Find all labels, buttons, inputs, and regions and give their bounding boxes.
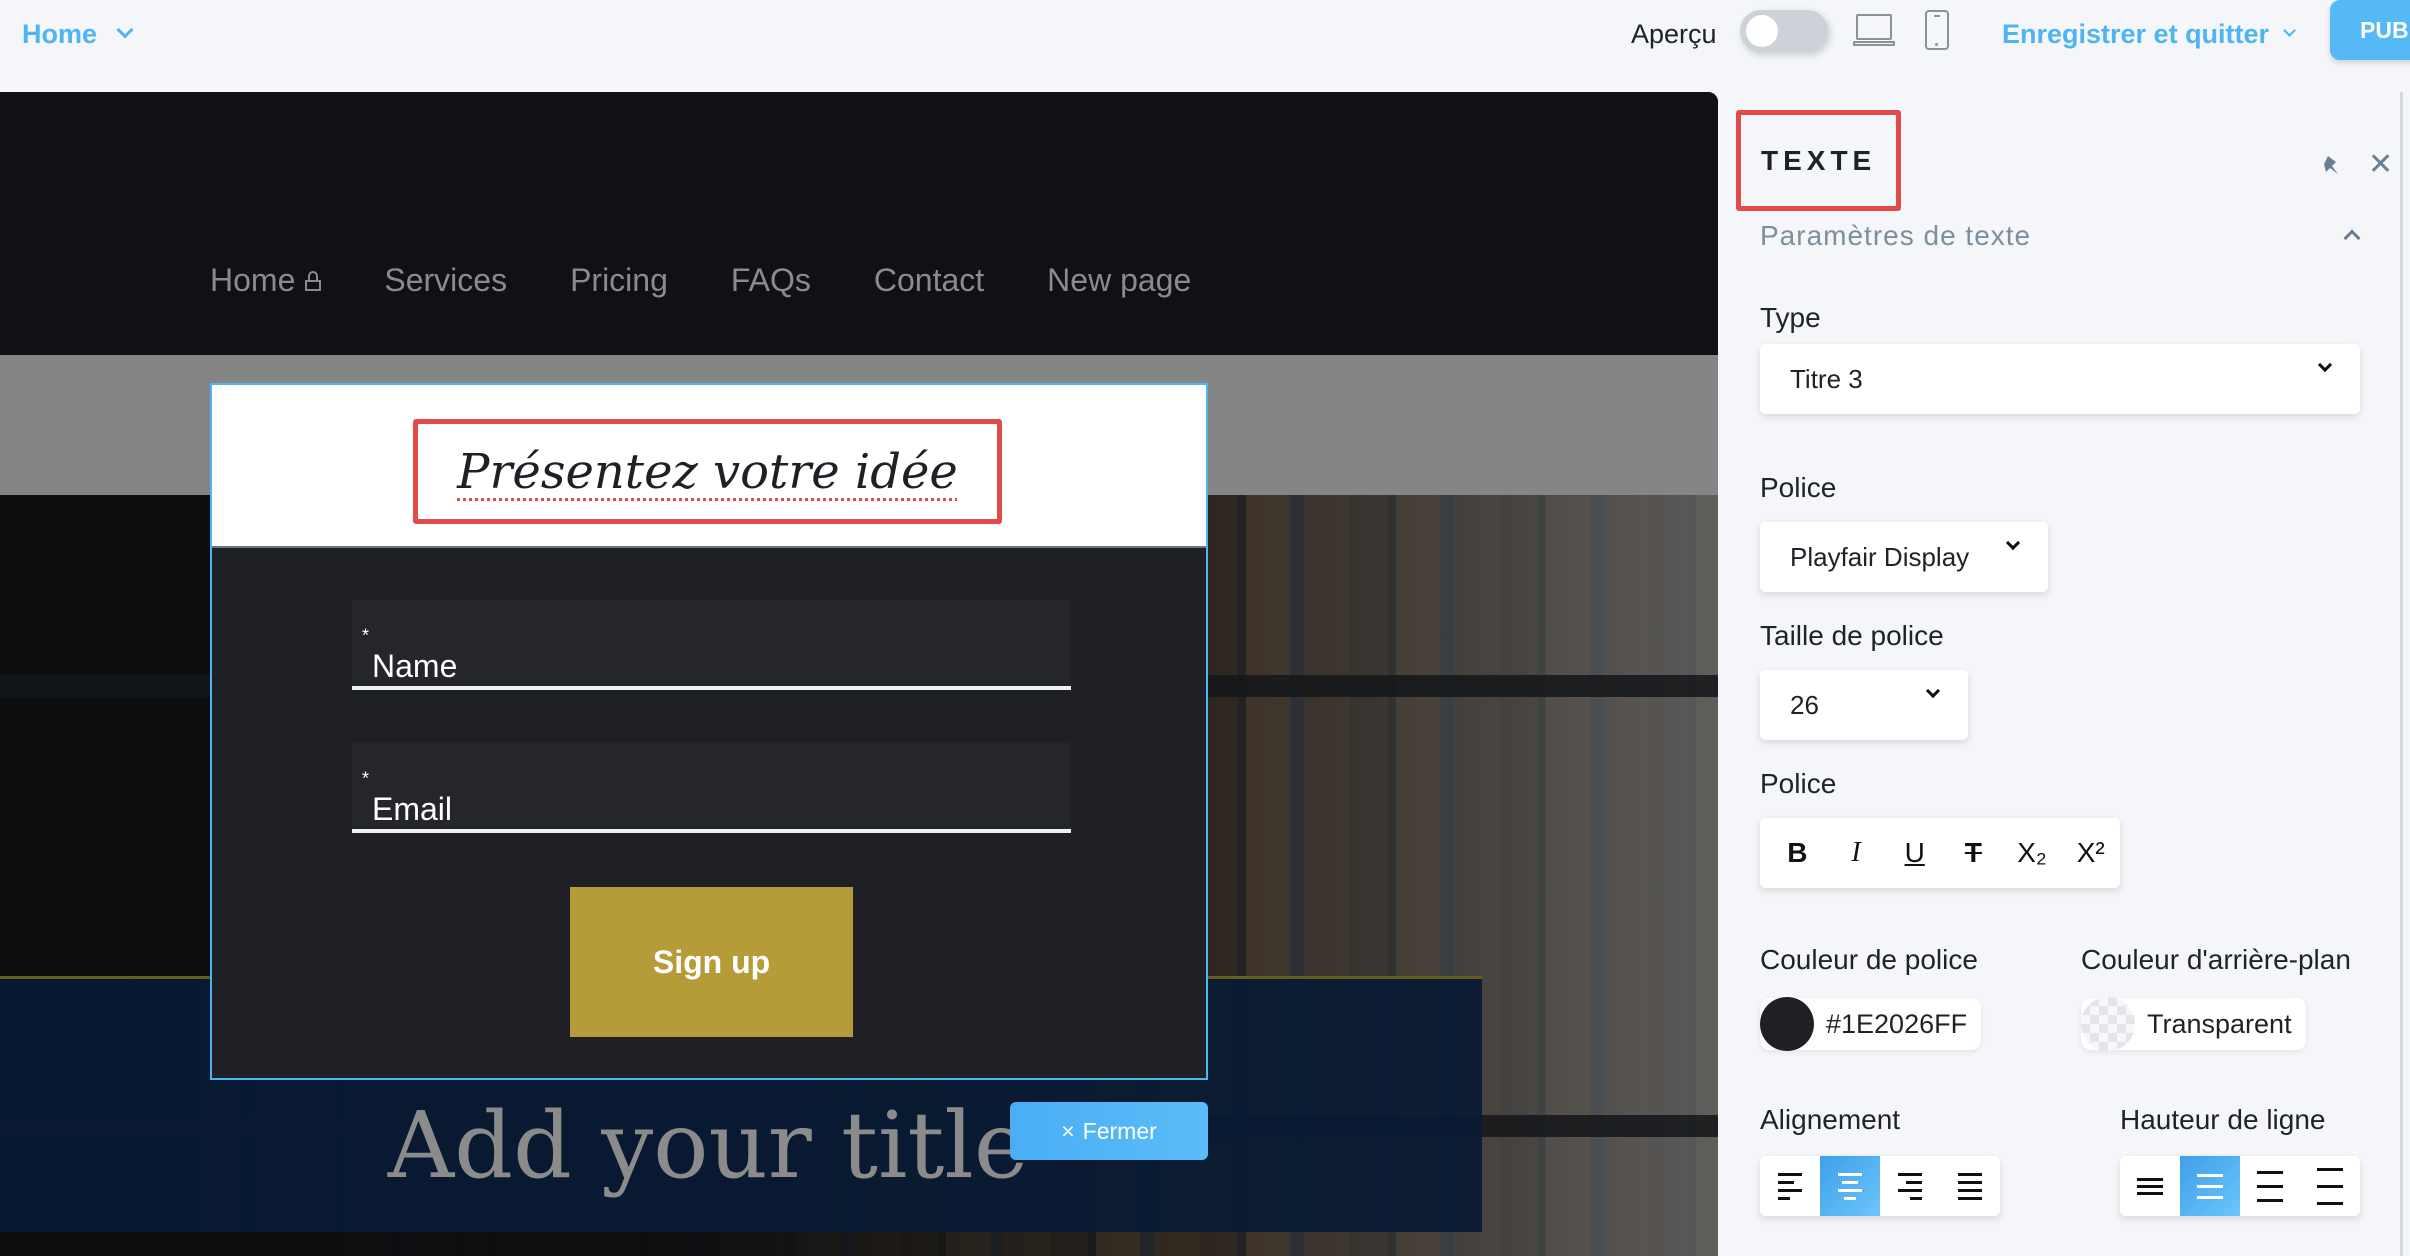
- signup-popup: Présentez votre idée Name * Email * Sign…: [210, 383, 1208, 1080]
- bg-color-picker[interactable]: Transparent: [2081, 997, 2306, 1051]
- line-height-group: [2120, 1156, 2360, 1216]
- popup-header: Présentez votre idée: [212, 385, 1206, 548]
- pin-icon[interactable]: [2320, 154, 2342, 176]
- alignment-label: Alignement: [1760, 1104, 1901, 1135]
- bg-color-value: Transparent: [2147, 1008, 2292, 1039]
- panel-title: TEXTE: [1761, 145, 1877, 176]
- font-color-swatch: [1760, 997, 1814, 1051]
- preview-toggle[interactable]: [1740, 10, 1828, 52]
- subscript-button[interactable]: X₂: [2003, 837, 2062, 869]
- page-select-label: Home: [22, 18, 98, 49]
- line-height-2-icon[interactable]: [2180, 1156, 2240, 1216]
- close-popup-button[interactable]: × Fermer: [1010, 1102, 1208, 1160]
- font-color-picker[interactable]: #1E2026FF: [1760, 997, 1982, 1051]
- editor-canvas: Home Services Pricing FAQs Contact New p…: [0, 92, 1718, 1256]
- nav-item-contact[interactable]: Contact: [874, 262, 984, 299]
- align-justify-icon[interactable]: [1940, 1156, 2000, 1216]
- text-settings-panel: TEXTE ✕ Paramètres de texte Type Titre 3…: [1720, 92, 2410, 1256]
- publish-button[interactable]: PUB: [2330, 0, 2410, 60]
- font-color-value: #1E2026FF: [1826, 1008, 1968, 1039]
- panel-title-highlight: TEXTE: [1736, 110, 1901, 211]
- nav-item-new-page[interactable]: New page: [1047, 262, 1191, 299]
- chevron-down-icon: [1925, 683, 1941, 699]
- underline-button[interactable]: U: [1885, 837, 1944, 869]
- alignment-group: [1760, 1156, 2000, 1216]
- nav-item-pricing[interactable]: Pricing: [570, 262, 668, 299]
- superscript-button[interactable]: X²: [2061, 837, 2120, 869]
- line-height-label: Hauteur de ligne: [2120, 1104, 2326, 1135]
- site-navigation: Home Services Pricing FAQs Contact New p…: [0, 92, 1718, 355]
- chevron-up-icon[interactable]: [2343, 229, 2361, 247]
- signup-button[interactable]: Sign up: [570, 887, 853, 1037]
- close-label: Fermer: [1082, 1117, 1157, 1144]
- mobile-view-icon[interactable]: [1925, 10, 1949, 50]
- italic-button[interactable]: I: [1827, 837, 1886, 869]
- save-and-quit-button[interactable]: Enregistrer et quitter: [2002, 14, 2296, 54]
- save-and-quit-label: Enregistrer et quitter: [2002, 18, 2270, 49]
- text-style-toolbar: B I U T X₂ X²: [1760, 818, 2120, 888]
- section-title[interactable]: Paramètres de texte: [1760, 220, 2031, 252]
- popup-title[interactable]: Présentez votre idée: [457, 444, 958, 500]
- font-select[interactable]: Playfair Display: [1760, 522, 2048, 592]
- nav-item-faqs[interactable]: FAQs: [731, 262, 811, 299]
- page-select-dropdown[interactable]: Home: [22, 14, 134, 54]
- nav-item-home[interactable]: Home: [210, 262, 322, 299]
- font-color-label: Couleur de police: [1760, 944, 1978, 975]
- align-center-icon[interactable]: [1820, 1156, 1880, 1216]
- line-height-3-icon[interactable]: [2240, 1156, 2300, 1216]
- name-field[interactable]: Name *: [352, 600, 1071, 690]
- title-selection-highlight[interactable]: Présentez votre idée: [413, 419, 1002, 524]
- align-left-icon[interactable]: [1760, 1156, 1820, 1216]
- close-icon: ×: [1061, 1117, 1075, 1144]
- chevron-down-icon: [2283, 23, 2296, 37]
- preview-label: Aperçu: [1631, 19, 1717, 49]
- type-select[interactable]: Titre 3: [1760, 344, 2360, 414]
- close-panel-icon[interactable]: ✕: [2368, 150, 2393, 180]
- email-field[interactable]: Email *: [352, 743, 1071, 833]
- desktop-view-icon[interactable]: [1853, 12, 1895, 48]
- lock-icon: [305, 270, 322, 291]
- font-label: Police: [1760, 472, 1837, 503]
- line-height-4-icon[interactable]: [2300, 1156, 2360, 1216]
- strikethrough-button[interactable]: T: [1944, 837, 2003, 869]
- transparent-swatch: [2081, 997, 2135, 1051]
- font-size-select[interactable]: 26: [1760, 670, 1968, 740]
- type-label: Type: [1760, 302, 1821, 333]
- font-size-label: Taille de police: [1760, 620, 1944, 651]
- align-right-icon[interactable]: [1880, 1156, 1940, 1216]
- chevron-down-icon: [116, 21, 134, 39]
- chevron-down-icon: [2317, 357, 2333, 373]
- bg-color-label: Couleur d'arrière-plan: [2081, 944, 2351, 975]
- chevron-down-icon: [2005, 535, 2021, 551]
- toggle-knob: [1746, 15, 1778, 47]
- line-height-1-icon[interactable]: [2120, 1156, 2180, 1216]
- panel-scrollbar[interactable]: [2400, 92, 2403, 1256]
- editor-topbar: Home Aperçu Enregistrer et quitter PUB: [0, 0, 2410, 92]
- style-label: Police: [1760, 768, 1837, 799]
- bold-button[interactable]: B: [1768, 837, 1827, 869]
- nav-item-services[interactable]: Services: [384, 262, 507, 299]
